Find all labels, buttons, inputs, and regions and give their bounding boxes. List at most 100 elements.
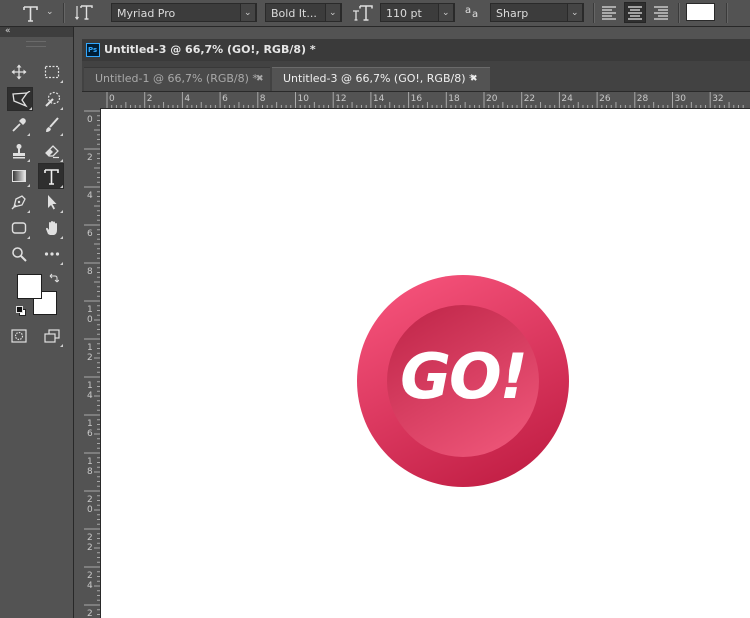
move-tool-icon [11,64,27,80]
font-size-icon [353,5,373,21]
ruler-label: 2 [87,353,93,363]
screen-mode-button[interactable] [41,325,63,347]
text-color-swatch[interactable] [686,3,715,21]
eraser-tool-icon [45,145,59,159]
divider [678,3,680,23]
foreground-color-swatch[interactable] [17,274,42,299]
align-left-icon [602,6,616,20]
ruler-label: 18 [448,94,460,104]
screen-mode-icon [44,329,60,343]
divider [726,3,728,23]
submenu-indicator [29,107,32,110]
pen-tool[interactable] [8,191,30,213]
document-canvas[interactable]: GO! [101,109,750,618]
submenu-indicator [60,344,63,347]
submenu-indicator [60,107,63,110]
divider [593,3,595,23]
tab-untitled-3[interactable]: Untitled-3 @ 66,7% (GO!, RGB/8) * ✖ [272,67,490,91]
align-center-icon [628,6,642,20]
submenu-indicator [27,236,30,239]
gradient-tool[interactable] [8,165,30,187]
options-bar: ⌄ Myriad Pro ⌄ Bold It... ⌄ 110 pt ⌄ a a… [0,0,750,27]
antialias-icon: a a [465,4,483,22]
submenu-indicator [27,159,30,162]
go-button-text: GO! [400,340,528,413]
default-colors-icon[interactable] [16,306,26,316]
ruler-label: 6 [87,229,93,239]
align-right-button[interactable] [650,2,672,23]
ruler-label: 24 [561,94,573,104]
tools-panel: « [0,26,74,618]
ruler-origin[interactable] [84,92,101,108]
ruler-label: 6 [222,94,228,104]
rectangular-marquee-tool-icon [44,65,60,79]
submenu-indicator [27,210,30,213]
ruler-label: 2 [87,609,93,618]
eyedropper-tool[interactable] [8,114,30,136]
quick-selection-tool[interactable] [41,88,63,110]
eraser-tool[interactable] [41,140,63,162]
ruler-label: 16 [411,94,423,104]
panel-grip[interactable] [26,41,46,47]
ruler-label: 1 [87,381,93,391]
eyedropper-tool-icon [12,118,26,132]
close-icon[interactable]: ✖ [470,68,478,90]
ruler-label: 4 [87,191,93,201]
submenu-indicator [60,185,63,188]
quick-selection-tool-icon [45,91,61,107]
vertical-ruler[interactable]: 02468101214161820222426 [84,108,101,618]
ruler-label: 0 [87,115,93,125]
lasso-tool[interactable] [7,87,33,111]
swap-colors-icon[interactable] [49,273,59,283]
ruler-label: 12 [335,94,346,104]
ruler-label: 0 [109,94,115,104]
antialias-select[interactable]: Sharp ⌄ [490,3,584,22]
horizontal-ruler[interactable]: 0 2 4 6 8 10 12 14 16 18 20 22 24 26 28 30 32 [101,92,750,109]
document-title-bar[interactable]: Ps Untitled-3 @ 66,7% (GO!, RGB/8) * [82,39,750,61]
photoshop-logo-icon: Ps [86,43,100,57]
chevron-down-icon: ⌄ [438,3,454,22]
brush-tool[interactable] [41,114,63,136]
ruler-label: 2 [87,543,93,553]
ruler-label: 28 [637,94,649,104]
path-selection-tool[interactable] [41,191,63,213]
rectangular-marquee-tool[interactable] [41,61,63,83]
move-tool[interactable] [8,61,30,83]
align-left-button[interactable] [598,2,620,23]
antialias-label-a: a [465,5,472,16]
font-style-select[interactable]: Bold It... ⌄ [265,3,342,22]
collapse-panel-button[interactable]: « [0,26,73,37]
quick-mask-icon [11,329,27,343]
close-icon[interactable]: ✖ [256,68,264,90]
rectangle-tool-icon [11,222,27,234]
ruler-label: 22 [524,94,535,104]
ruler-label: 14 [373,94,385,104]
rectangle-tool[interactable] [8,217,30,239]
tab-label: Untitled-3 @ 66,7% (GO!, RGB/8) * [283,72,475,85]
type-tool[interactable] [38,163,64,189]
ruler-label: 2 [87,495,93,505]
quick-mask-button[interactable] [8,325,30,347]
clone-stamp-tool[interactable] [8,140,30,162]
lasso-tool-icon [12,91,31,108]
vertical-ruler-ticks: 02468101214161820222426 [84,110,100,618]
tool-preset-picker[interactable]: ⌄ [18,2,58,24]
clone-stamp-tool-icon [13,144,25,159]
submenu-indicator [60,236,63,239]
font-family-select[interactable]: Myriad Pro ⌄ [111,3,257,22]
hand-tool[interactable] [41,217,63,239]
ruler-label: 1 [87,457,93,467]
ruler-label: 2 [87,571,93,581]
align-center-button[interactable] [624,2,646,23]
ruler-label: 2 [87,533,93,543]
chevron-down-icon: ⌄ [46,7,54,17]
chevron-down-icon: ⌄ [240,3,256,22]
font-family-value: Myriad Pro [117,7,176,20]
type-tool-icon [44,169,59,185]
font-size-select[interactable]: 110 pt ⌄ [380,3,455,22]
ruler-label: 26 [599,94,611,104]
more-tools-button[interactable] [41,243,63,265]
tab-untitled-1[interactable]: Untitled-1 @ 66,7% (RGB/8) * ✖ [84,67,270,91]
zoom-tool[interactable] [8,243,30,265]
text-orientation-button[interactable] [74,2,96,24]
